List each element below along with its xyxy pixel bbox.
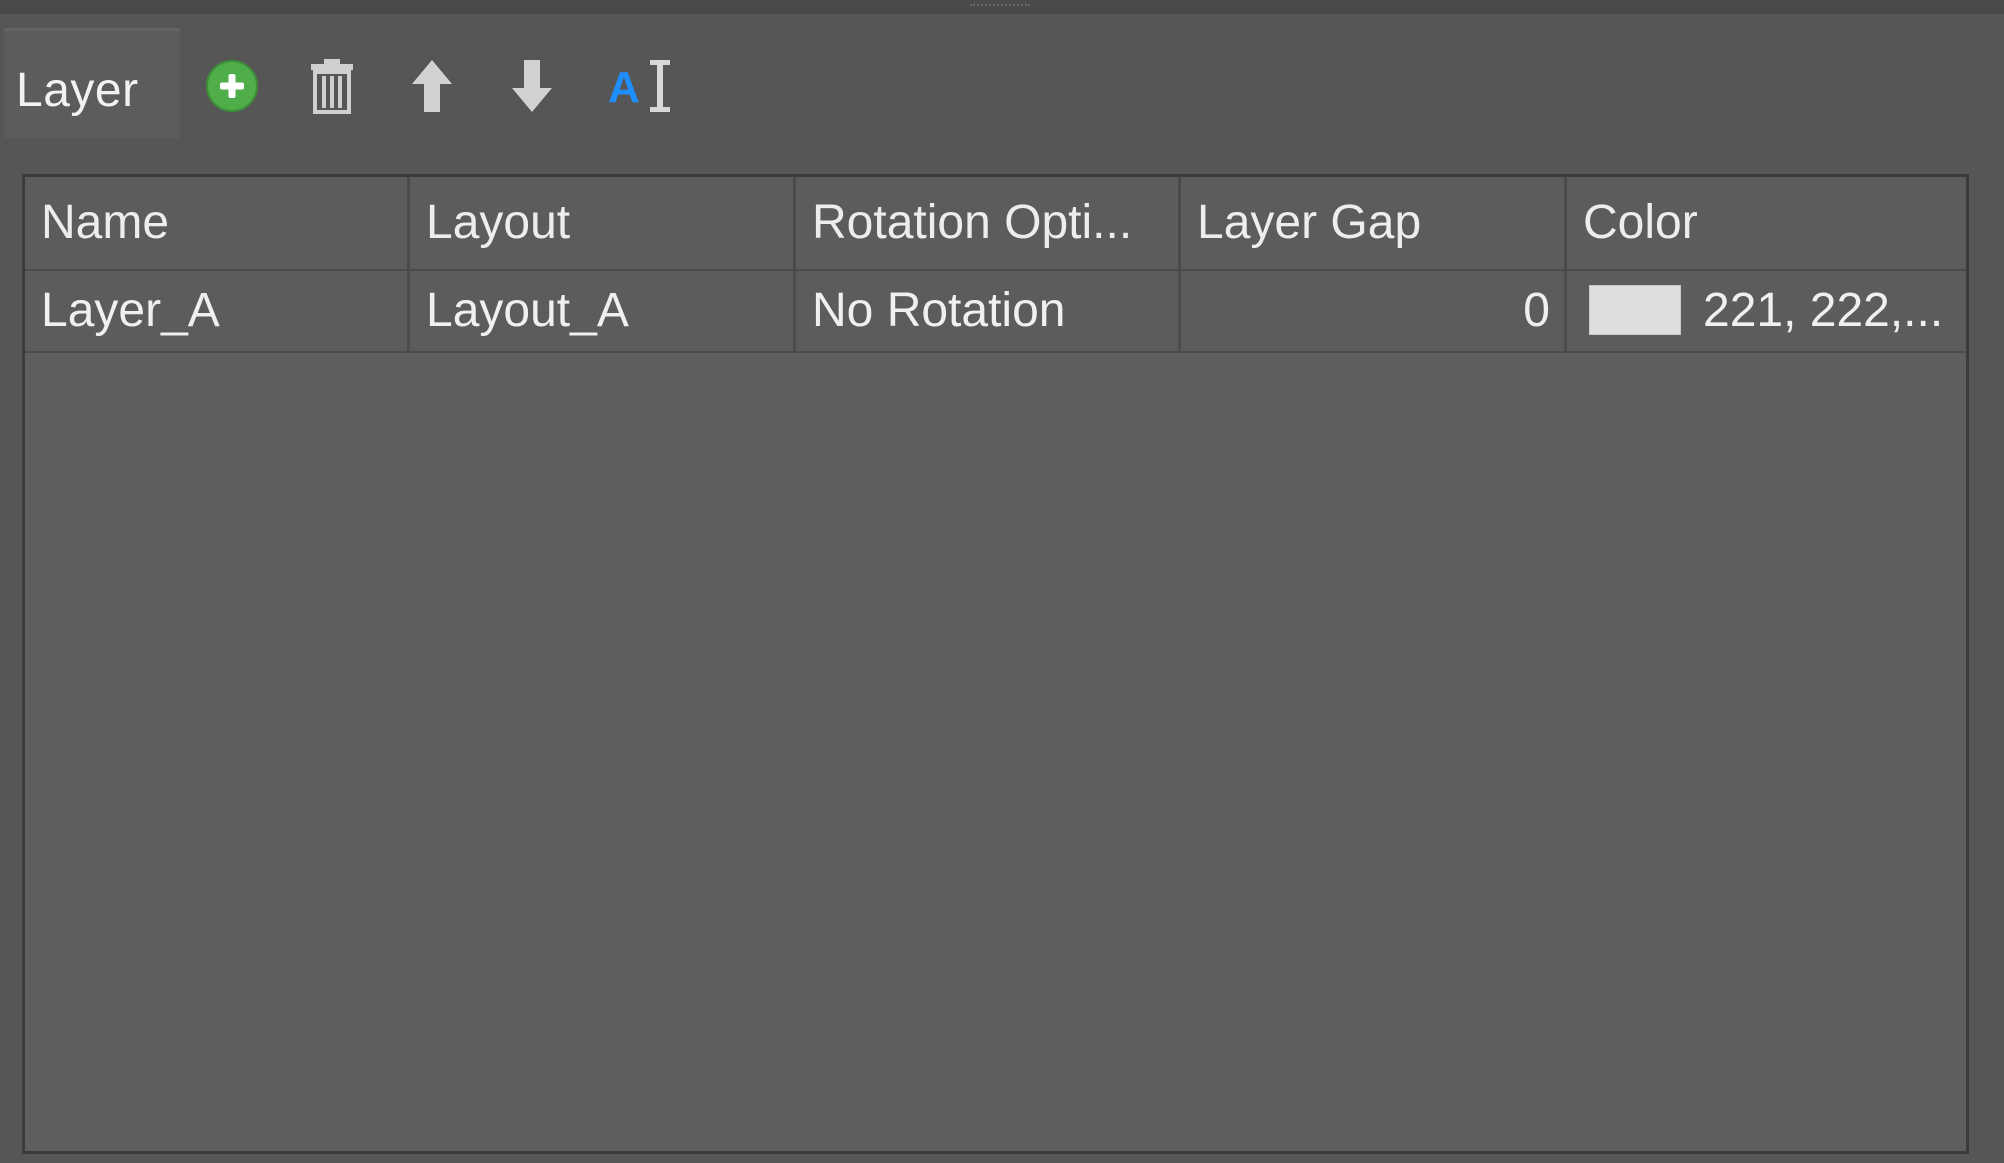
cell-rotation[interactable]: No Rotation: [796, 271, 1181, 351]
panel-title-tab[interactable]: Layer: [4, 28, 180, 138]
arrow-down-icon: [510, 58, 554, 114]
plus-circle-icon: [204, 58, 260, 114]
cell-color[interactable]: 221, 222,...: [1567, 271, 1966, 351]
column-header-layout[interactable]: Layout: [410, 177, 796, 269]
trash-icon: [307, 58, 357, 114]
table-header: Name Layout Rotation Opti... Layer Gap C…: [25, 177, 1966, 271]
cell-layer-gap[interactable]: 0: [1181, 271, 1567, 351]
color-value: 221, 222,...: [1703, 284, 1944, 337]
add-layer-button[interactable]: [202, 56, 262, 116]
column-header-layer-gap[interactable]: Layer Gap: [1181, 177, 1567, 269]
text-cursor-icon: A: [606, 56, 674, 116]
delete-layer-button[interactable]: [302, 56, 362, 116]
color-swatch[interactable]: [1589, 285, 1681, 335]
move-up-button[interactable]: [402, 56, 462, 116]
panel-title: Layer: [16, 64, 139, 117]
rename-button[interactable]: A: [604, 56, 676, 116]
layer-toolbar: Layer A: [0, 28, 2004, 138]
svg-text:A: A: [608, 63, 640, 112]
cell-name[interactable]: Layer_A: [25, 271, 410, 351]
layer-table: Name Layout Rotation Opti... Layer Gap C…: [22, 174, 1969, 1154]
move-down-button[interactable]: [502, 56, 562, 116]
layer-panel: Layer A Name Layout Rotation Opti... Lay…: [0, 0, 2004, 1163]
panel-drag-grip[interactable]: [970, 4, 1030, 10]
column-header-color[interactable]: Color: [1567, 177, 1966, 269]
column-header-name[interactable]: Name: [25, 177, 410, 269]
cell-layout[interactable]: Layout_A: [410, 271, 796, 351]
column-header-rotation[interactable]: Rotation Opti...: [796, 177, 1181, 269]
arrow-up-icon: [410, 58, 454, 114]
table-row[interactable]: Layer_A Layout_A No Rotation 0 221, 222,…: [25, 271, 1966, 353]
